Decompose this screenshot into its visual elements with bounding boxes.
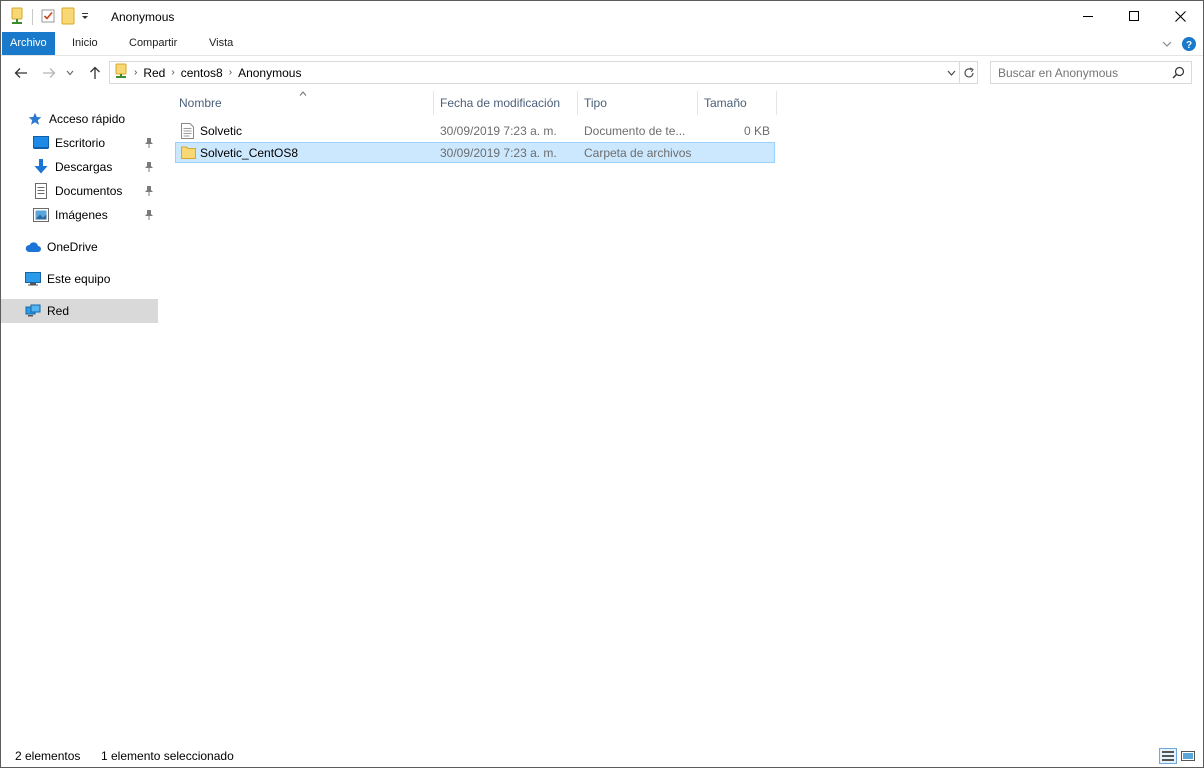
tab-inicio[interactable]: Inicio <box>64 32 106 55</box>
nav-item-quick-access[interactable]: Acceso rápido <box>1 107 158 131</box>
new-folder-icon[interactable] <box>60 7 76 28</box>
sort-ascending-icon <box>299 89 307 98</box>
pin-icon[interactable] <box>144 137 154 152</box>
minimize-button[interactable] <box>1065 1 1111 31</box>
tab-compartir[interactable]: Compartir <box>121 32 185 55</box>
breadcrumb-separator-icon[interactable]: › <box>134 67 137 78</box>
properties-icon[interactable] <box>40 8 56 27</box>
breadcrumb-red[interactable]: Red <box>143 66 165 80</box>
computer-icon <box>25 271 41 287</box>
nav-item-imagenes[interactable]: Imágenes <box>1 203 158 227</box>
expand-ribbon-chevron-icon[interactable] <box>1161 38 1173 53</box>
close-button[interactable] <box>1157 1 1203 31</box>
documents-icon <box>33 183 49 199</box>
network-drive-icon[interactable] <box>9 7 25 28</box>
breadcrumb-separator-icon[interactable]: › <box>171 67 174 78</box>
address-history-chevron-icon[interactable] <box>943 62 959 83</box>
file-modified: 30/09/2019 7:23 a. m. <box>440 146 557 160</box>
column-divider[interactable] <box>776 91 777 115</box>
nav-label: Escritorio <box>55 136 106 150</box>
quick-access-toolbar <box>9 7 90 27</box>
file-row[interactable]: Solvetic_CentOS8 30/09/2019 7:23 a. m. C… <box>175 142 775 163</box>
search-input[interactable] <box>998 65 1168 80</box>
breadcrumb-anonymous[interactable]: Anonymous <box>238 66 301 80</box>
nav-item-documentos[interactable]: Documentos <box>1 179 158 203</box>
network-location-icon <box>114 63 128 82</box>
title-bar: Anonymous <box>1 1 1203 32</box>
file-size: 0 KB <box>743 124 770 138</box>
pin-icon[interactable] <box>144 161 154 176</box>
folder-icon <box>181 145 196 161</box>
column-header-fecha[interactable]: Fecha de modificación <box>434 89 577 117</box>
nav-label: Este equipo <box>47 272 111 286</box>
view-switcher <box>1159 748 1197 764</box>
up-button[interactable] <box>85 63 105 83</box>
window-title: Anonymous <box>111 10 175 24</box>
recent-locations-chevron-icon[interactable] <box>63 63 77 83</box>
customize-qat-chevron-icon[interactable] <box>80 10 90 24</box>
window-controls <box>1065 1 1203 31</box>
item-count: 2 elementos <box>15 749 81 763</box>
help-icon[interactable]: ? <box>1181 36 1197 55</box>
breadcrumb: › Red › centos8 › Anonymous <box>114 62 301 83</box>
pin-icon[interactable] <box>144 209 154 224</box>
maximize-button[interactable] <box>1111 1 1157 31</box>
address-bar[interactable]: › Red › centos8 › Anonymous <box>109 61 978 84</box>
svg-text:?: ? <box>1186 40 1192 51</box>
nav-item-red[interactable]: Red <box>1 299 158 323</box>
nav-label: Documentos <box>55 184 123 198</box>
file-type: Carpeta de archivos <box>584 146 692 160</box>
text-file-icon <box>181 123 194 139</box>
back-button[interactable] <box>11 63 31 83</box>
pictures-icon <box>33 207 49 223</box>
file-modified: 30/09/2019 7:23 a. m. <box>440 124 557 138</box>
desktop-icon <box>33 135 49 151</box>
cloud-icon <box>25 239 41 255</box>
file-list: Nombre Fecha de modificación Tipo Tamaño… <box>171 89 1191 739</box>
refresh-button[interactable] <box>959 62 977 83</box>
nav-label: Red <box>47 304 70 318</box>
nav-item-escritorio[interactable]: Escritorio <box>1 131 158 155</box>
search-icon[interactable] <box>1172 66 1185 82</box>
nav-label: Imágenes <box>55 208 108 222</box>
pin-icon[interactable] <box>144 185 154 200</box>
star-icon <box>27 111 43 127</box>
ribbon-tabs: Archivo Inicio Compartir Vista ? <box>1 32 1203 56</box>
tab-vista[interactable]: Vista <box>201 32 241 55</box>
file-size <box>702 143 770 164</box>
nav-item-descargas[interactable]: Descargas <box>1 155 158 179</box>
forward-button[interactable] <box>39 63 59 83</box>
breadcrumb-separator-icon[interactable]: › <box>229 67 232 78</box>
nav-item-onedrive[interactable]: OneDrive <box>1 235 158 259</box>
address-controls <box>943 62 977 83</box>
column-header-tipo[interactable]: Tipo <box>578 89 697 117</box>
nav-label: OneDrive <box>47 240 98 254</box>
status-bar: 2 elementos 1 elemento seleccionado <box>1 745 1203 767</box>
breadcrumb-centos8[interactable]: centos8 <box>181 66 223 80</box>
file-row[interactable]: Solvetic 30/09/2019 7:23 a. m. Documento… <box>175 121 775 142</box>
nav-item-este-equipo[interactable]: Este equipo <box>1 267 158 291</box>
file-type: Documento de te... <box>584 124 686 138</box>
ribbon-right-controls: ? <box>1161 36 1197 55</box>
nav-label: Descargas <box>55 160 113 174</box>
large-icons-view-button[interactable] <box>1179 748 1197 764</box>
column-header-tamano[interactable]: Tamaño <box>698 89 776 117</box>
download-icon <box>33 159 49 175</box>
nav-label: Acceso rápido <box>49 112 126 126</box>
qat-separator <box>32 9 33 25</box>
search-box[interactable] <box>990 61 1192 84</box>
network-icon <box>25 303 41 319</box>
selection-count: 1 elemento seleccionado <box>101 749 234 763</box>
file-name: Solvetic_CentOS8 <box>200 146 299 160</box>
navigation-pane: Acceso rápido Escritorio Descargas Docum… <box>1 89 161 739</box>
details-view-button[interactable] <box>1159 748 1177 764</box>
file-name: Solvetic <box>200 124 243 138</box>
tab-archivo[interactable]: Archivo <box>2 32 55 55</box>
file-explorer-window: Anonymous Archivo Inicio Compartir Vista… <box>0 0 1204 768</box>
address-row: › Red › centos8 › Anonymous <box>1 59 1203 87</box>
